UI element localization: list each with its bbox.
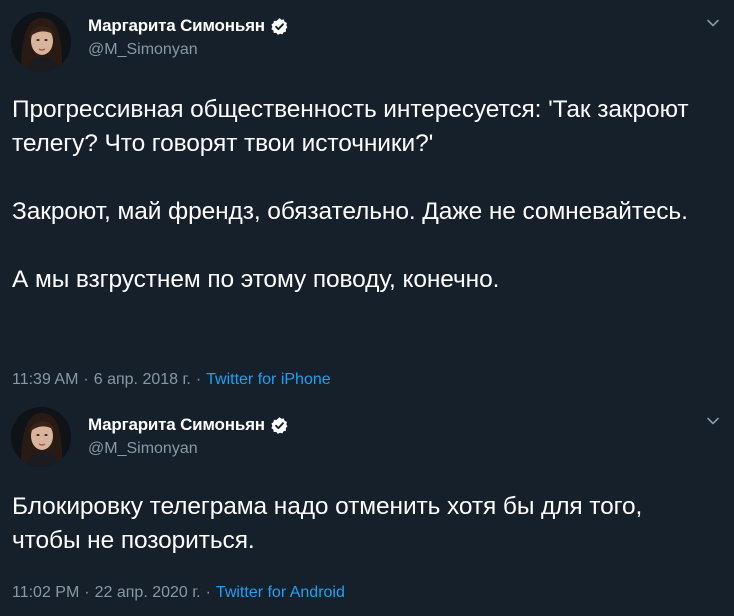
tweet-card[interactable]: Маргарита Симоньян @M_Simonyan Прогресси… [0,0,734,397]
verified-badge-icon [270,17,289,36]
tweet-time[interactable]: 11:02 PM [12,584,79,602]
meta-separator: · [83,371,89,388]
author-name[interactable]: Маргарита Симоньян [88,415,265,435]
tweet-source-link[interactable]: Twitter for iPhone [206,371,331,389]
verified-badge-icon [270,416,289,435]
author-handle[interactable]: @M_Simonyan [88,41,289,59]
meta-separator: · [84,584,90,601]
chevron-down-icon[interactable] [706,16,720,30]
tweet-text: Блокировку телеграма надо отменить хотя … [12,493,643,554]
tweet-time[interactable]: 11:39 AM [12,371,78,389]
avatar[interactable] [11,407,71,467]
tweet-card[interactable]: Маргарита Симоньян @M_Simonyan Блокировк… [0,397,734,616]
avatar-image [11,12,71,72]
author-name[interactable]: Маргарита Симоньян [88,16,265,36]
meta-separator: · [195,371,202,388]
tweet-text: Прогрессивная общественность интересуетс… [12,96,689,293]
author-block[interactable]: Маргарита Симоньян @M_Simonyan [88,16,289,59]
avatar[interactable] [11,12,71,72]
avatar-image [11,407,71,467]
tweet-meta: 11:39 AM · 6 апр. 2018 г. · Twitter for … [12,371,331,389]
tweet-date[interactable]: 22 апр. 2020 г. [95,584,201,602]
tweet-meta: 11:02 PM · 22 апр. 2020 г. · Twitter for… [12,584,345,602]
tweet-source-link[interactable]: Twitter for Android [216,584,345,602]
author-block[interactable]: Маргарита Симоньян @M_Simonyan [88,415,289,458]
meta-separator: · [205,584,211,601]
chevron-down-icon[interactable] [706,414,720,428]
author-handle[interactable]: @M_Simonyan [88,440,289,458]
tweet-date[interactable]: 6 апр. 2018 г. [94,371,191,389]
